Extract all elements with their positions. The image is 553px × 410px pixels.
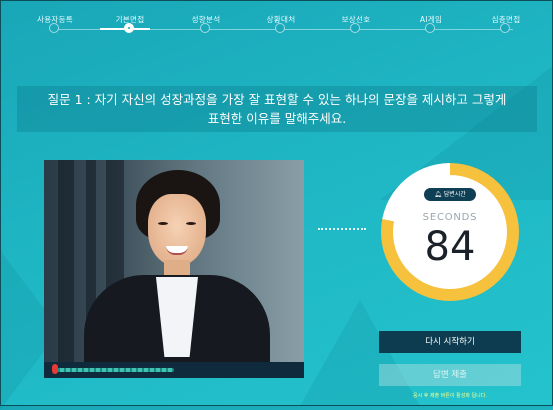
audio-waveform-bar bbox=[44, 362, 304, 378]
question-line-2: 표현한 이유를 말해주세요. bbox=[207, 111, 347, 126]
timer-caption: SECONDS bbox=[422, 212, 478, 223]
step-ai-game[interactable]: AI게임 bbox=[391, 14, 471, 33]
background-pillar bbox=[58, 160, 74, 378]
step-personality-analysis[interactable]: 성향분석 bbox=[166, 14, 246, 33]
step-dot bbox=[49, 23, 59, 33]
step-dot bbox=[425, 23, 435, 33]
video-preview bbox=[44, 160, 304, 378]
restart-button[interactable]: 다시 시작하기 bbox=[379, 331, 521, 353]
question-line-1: 질문 1 : 자기 자신의 성장과정을 가장 잘 표현할 수 있는 하나의 문장… bbox=[47, 92, 507, 107]
step-dot-active bbox=[124, 23, 134, 33]
answer-time-badge: 🔔︎ 답변시간 bbox=[424, 188, 476, 201]
step-dot bbox=[200, 23, 210, 33]
record-indicator-icon bbox=[52, 364, 58, 374]
step-dot bbox=[275, 23, 285, 33]
step-basic-interview[interactable]: 기본면접 bbox=[90, 14, 170, 33]
dotted-connector bbox=[318, 228, 366, 230]
person-face bbox=[148, 194, 206, 266]
step-in-depth-interview[interactable]: 심층면접 bbox=[466, 14, 546, 33]
audio-waveform bbox=[54, 368, 174, 372]
submit-answer-button[interactable]: 답변 제출 bbox=[379, 364, 521, 386]
bell-icon: 🔔︎ bbox=[434, 191, 442, 198]
person-eye bbox=[186, 222, 196, 225]
step-reward-preference[interactable]: 보상선호 bbox=[316, 14, 396, 33]
step-situation-handling[interactable]: 상황대처 bbox=[241, 14, 321, 33]
step-dot bbox=[500, 23, 510, 33]
step-user-registration[interactable]: 사용자등록 bbox=[15, 14, 95, 33]
person-eye bbox=[158, 222, 168, 225]
question-banner: 질문 1 : 자기 자신의 성장과정을 가장 잘 표현할 수 있는 하나의 문장… bbox=[17, 86, 537, 132]
step-dot bbox=[350, 23, 360, 33]
answer-time-label: 답변시간 bbox=[443, 191, 466, 198]
progress-steps: 사용자등록 기본면접 성향분석 상황대처 보상선호 AI게임 심층면접 bbox=[0, 14, 553, 54]
submit-hint-text: 응시 후 제출 버튼이 활성화 됩니다. bbox=[413, 393, 487, 399]
timer-seconds-value: 84 bbox=[424, 224, 476, 270]
